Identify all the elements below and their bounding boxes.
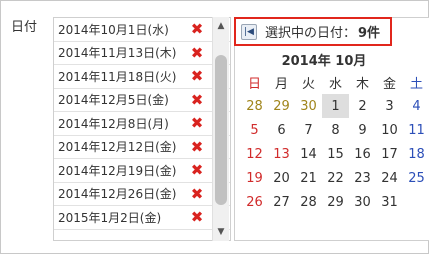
weekday-header: 金 — [382, 76, 396, 92]
calendar-grid: 日月火水木金土 28 29 30 1 2 3 4 5 6 7 8 9 10 11 12 13 14 15 16 17 18… — [241, 70, 429, 214]
calendar-day[interactable]: 29 — [322, 190, 349, 214]
date-text: 2014年12月19日(金) — [58, 163, 177, 178]
calendar-day[interactable]: 12 — [241, 142, 268, 166]
calendar-day[interactable]: 17 — [376, 142, 403, 166]
remove-icon[interactable]: ✖ — [190, 92, 204, 107]
calendar-day[interactable]: 15 — [322, 142, 349, 166]
calendar-day[interactable]: 20 — [268, 166, 295, 190]
remove-icon[interactable]: ✖ — [190, 210, 204, 225]
date-text: 2015年1月2日(金) — [58, 210, 162, 225]
calendar-day[interactable]: 28 — [295, 190, 322, 214]
scroll-down-icon[interactable]: ▼ — [213, 224, 229, 240]
weekday-header: 土 — [409, 76, 423, 92]
selected-dates-header: |◀ 選択中の日付： 9件 — [234, 17, 392, 46]
calendar-month-title: 2014年 10月 — [281, 54, 367, 69]
calendar-day[interactable]: 29 — [268, 94, 295, 118]
calendar-day[interactable]: 21 — [295, 166, 322, 190]
calendar-day[interactable]: 25 — [403, 166, 429, 190]
date-text: 2014年12月5日(金) — [58, 93, 169, 108]
calendar-day[interactable]: 13 — [268, 142, 295, 166]
date-text: 2014年12月12日(金) — [58, 140, 177, 155]
calendar-day[interactable]: 16 — [349, 142, 376, 166]
remove-icon[interactable]: ✖ — [190, 22, 204, 37]
calendar-day[interactable]: 30 — [349, 190, 376, 214]
list-item: 2015年1月2日(金) ✖ — [54, 206, 230, 230]
calendar-day[interactable]: 11 — [403, 118, 429, 142]
calendar-day[interactable]: 6 — [268, 118, 295, 142]
date-text: 2014年12月8日(月) — [58, 116, 169, 131]
remove-icon[interactable]: ✖ — [190, 45, 204, 60]
list-item: 2014年11月13日(木) ✖ — [54, 42, 230, 65]
date-text: 2014年11月13日(木) — [58, 46, 177, 61]
remove-icon[interactable]: ✖ — [190, 163, 204, 178]
date-field-label: 日付 — [11, 20, 38, 35]
date-text: 2014年10月1日(水) — [58, 22, 169, 37]
list-item: 2014年10月1日(水) ✖ — [54, 18, 230, 42]
calendar-day[interactable]: 5 — [241, 118, 268, 142]
calendar-day[interactable]: 23 — [349, 166, 376, 190]
calendar-empty-cell — [403, 190, 429, 214]
selected-dates-list: 2014年10月1日(水) ✖ 2014年11月13日(木) ✖ 2014年11… — [53, 17, 231, 241]
calendar-day[interactable]: 3 — [376, 94, 403, 118]
date-text: 2014年11月18日(火) — [58, 69, 177, 84]
remove-icon[interactable]: ✖ — [190, 186, 204, 201]
selected-count: 9件 — [358, 26, 381, 41]
calendar-day[interactable]: 1 — [322, 94, 349, 118]
calendar-day[interactable]: 18 — [403, 142, 429, 166]
calendar-day[interactable]: 30 — [295, 94, 322, 118]
calendar-day[interactable]: 2 — [349, 94, 376, 118]
calendar-day[interactable]: 19 — [241, 166, 268, 190]
weekday-header: 日 — [247, 76, 261, 92]
list-item: 2014年12月12日(金) ✖ — [54, 136, 230, 159]
calendar-day[interactable]: 28 — [241, 94, 268, 118]
remove-icon[interactable]: ✖ — [190, 69, 204, 84]
calendar-day[interactable]: 4 — [403, 94, 429, 118]
calendar-day[interactable]: 26 — [241, 190, 268, 214]
list-item: 2014年12月19日(金) ✖ — [54, 159, 230, 183]
remove-icon[interactable]: ✖ — [190, 139, 204, 154]
selected-label: 選択中の日付： — [265, 26, 357, 41]
date-text: 2014年12月26日(金) — [58, 187, 177, 202]
scroll-thumb[interactable] — [215, 55, 227, 205]
calendar-day[interactable]: 7 — [295, 118, 322, 142]
scroll-up-icon[interactable]: ▲ — [213, 18, 229, 34]
list-item: 2014年12月26日(金) ✖ — [54, 183, 230, 206]
collapse-calendar-icon[interactable]: |◀ — [241, 23, 257, 40]
calendar-day[interactable]: 14 — [295, 142, 322, 166]
weekday-header: 水 — [328, 76, 342, 92]
list-item: 2014年12月5日(金) ✖ — [54, 89, 230, 112]
calendar-day[interactable]: 27 — [268, 190, 295, 214]
remove-icon[interactable]: ✖ — [190, 116, 204, 131]
calendar-day[interactable]: 9 — [349, 118, 376, 142]
list-item: 2014年11月18日(火) ✖ — [54, 65, 230, 89]
weekday-header: 月 — [274, 76, 288, 92]
weekday-header: 火 — [301, 76, 315, 92]
calendar-day[interactable]: 8 — [322, 118, 349, 142]
calendar-day[interactable]: 24 — [376, 166, 403, 190]
calendar-day[interactable]: 10 — [376, 118, 403, 142]
list-item: 2014年12月8日(月) ✖ — [54, 112, 230, 136]
list-scrollbar[interactable]: ▲ ▼ — [212, 17, 229, 241]
calendar-day[interactable]: 22 — [322, 166, 349, 190]
weekday-header: 木 — [355, 76, 369, 92]
calendar-day[interactable]: 31 — [376, 190, 403, 214]
